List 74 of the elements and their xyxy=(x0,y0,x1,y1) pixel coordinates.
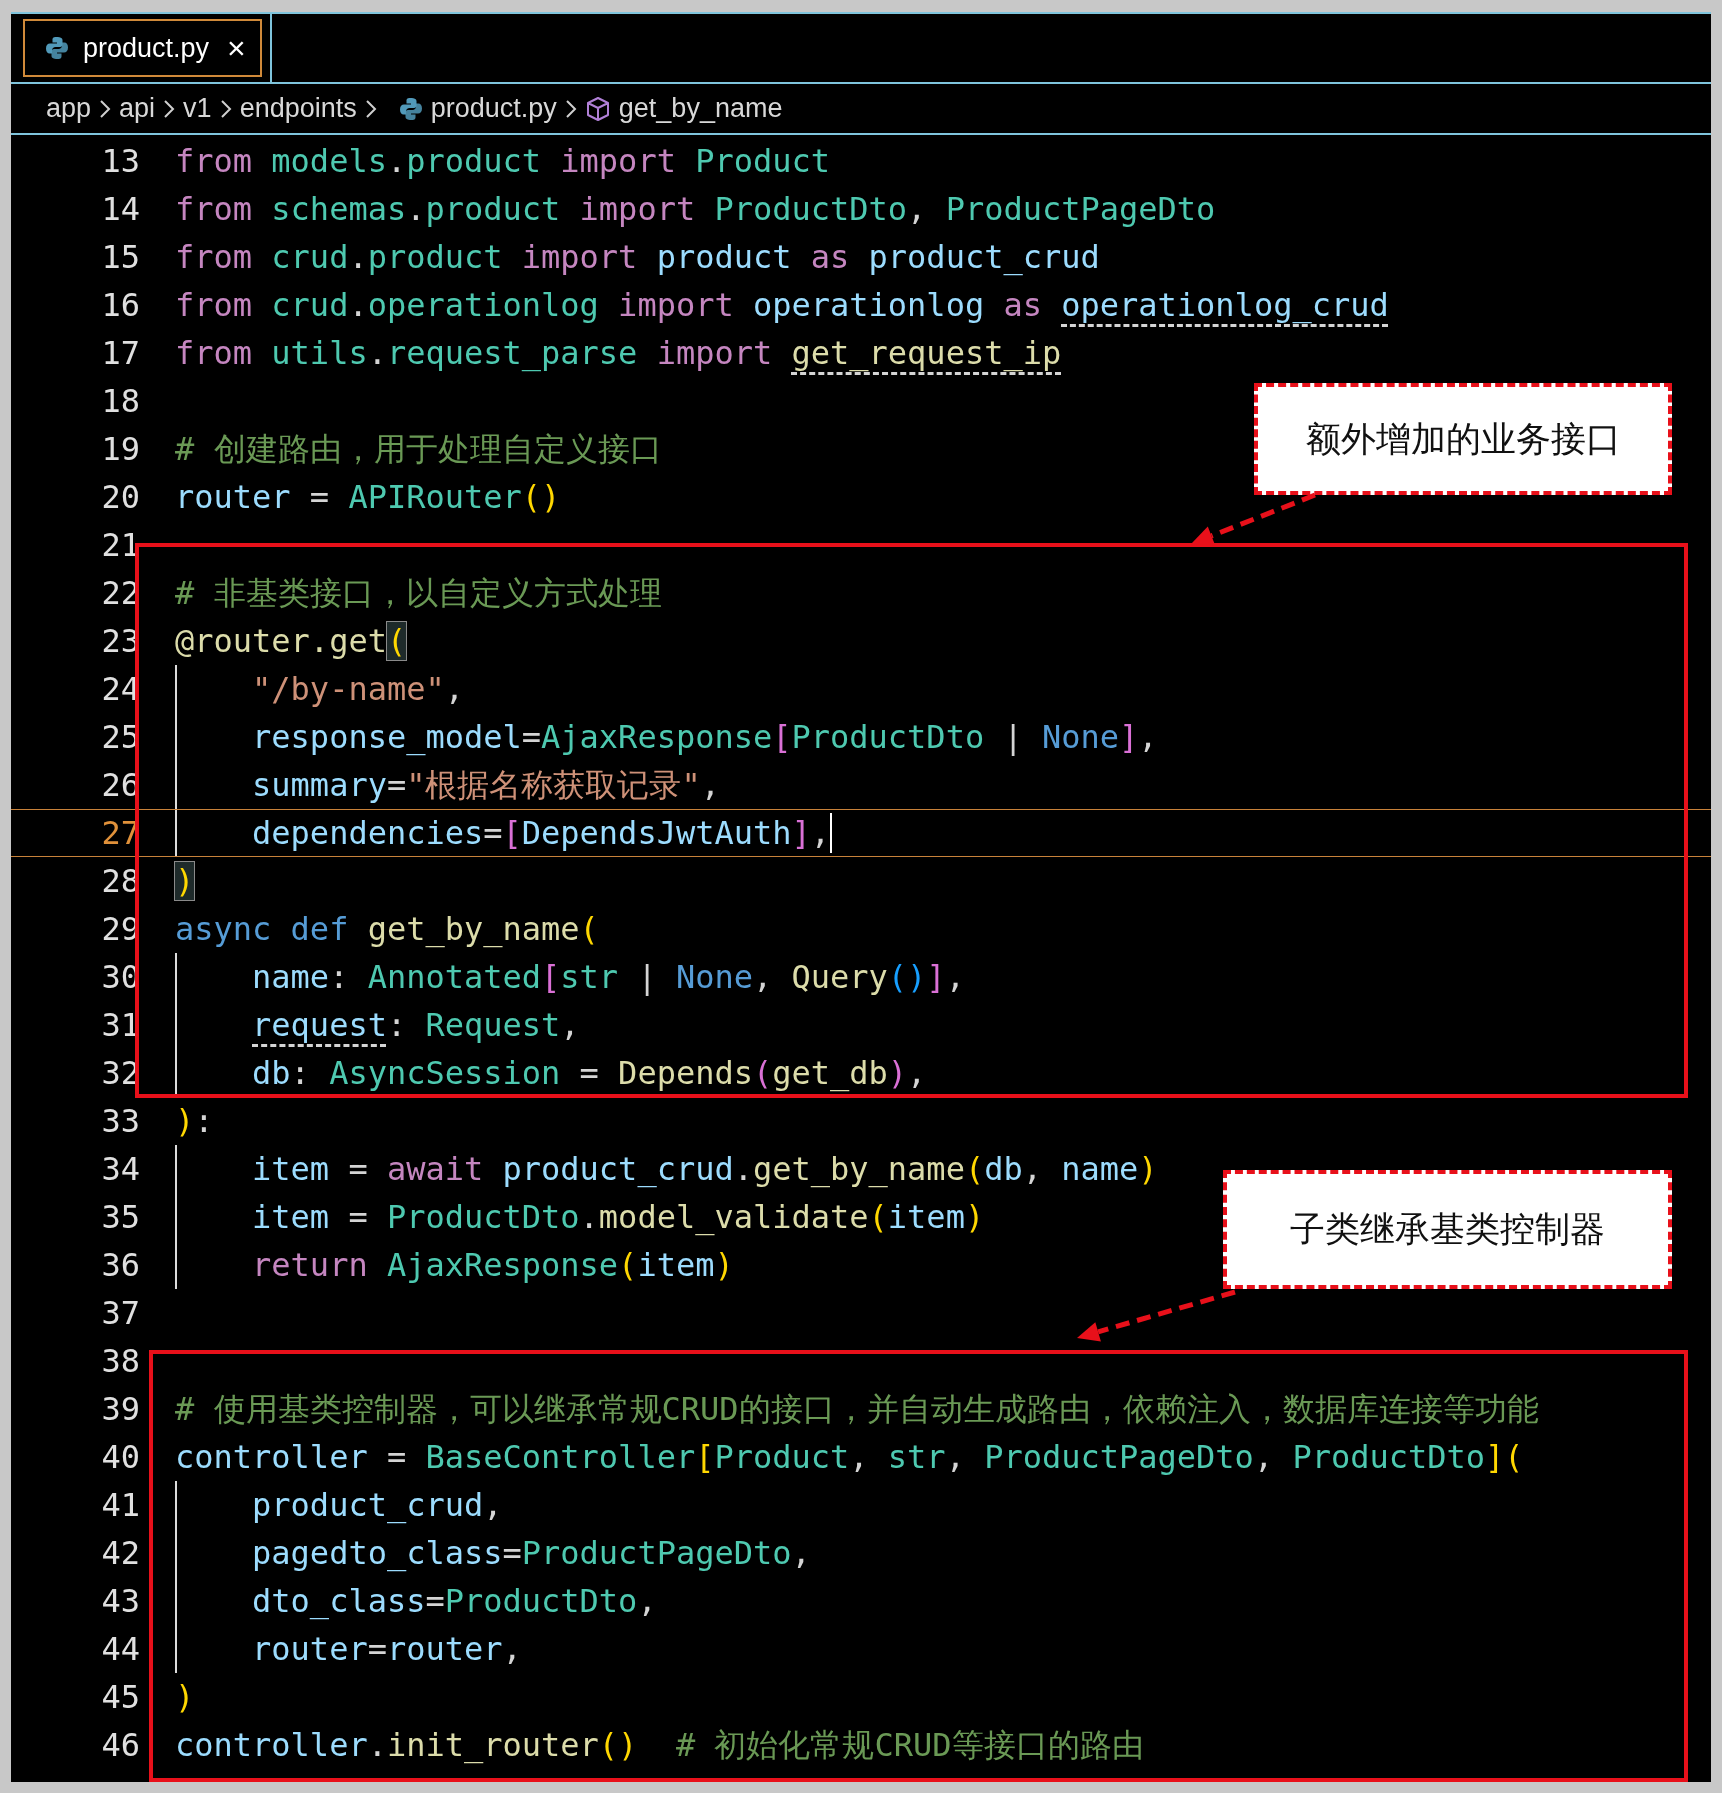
code-line: response_model=AjaxResponse[ProductDto | None], xyxy=(252,717,1158,758)
code-line: summary="根据名称获取记录", xyxy=(252,765,720,806)
tab-label: product.py xyxy=(83,31,210,65)
line-number: 36 xyxy=(100,1245,140,1286)
code-line: from schemas.product import ProductDto, ProductPageDto xyxy=(175,189,1216,230)
breadcrumb-item[interactable]: v1 xyxy=(183,88,212,129)
code-line: from crud.operationlog import operationlog as operationlog_crud xyxy=(175,285,1389,326)
chevron-icon xyxy=(364,98,377,119)
code-line: from utils.request_parse import get_request_ip xyxy=(175,333,1062,374)
code-line: async def get_by_name( xyxy=(175,909,599,950)
breadcrumb-item[interactable]: product.py xyxy=(430,88,557,129)
line-number: 41 xyxy=(100,1485,140,1526)
line-number: 13 xyxy=(100,141,140,182)
line-number: 45 xyxy=(100,1677,140,1718)
chevron-icon xyxy=(99,98,112,119)
line-number: 19 xyxy=(100,429,140,470)
line-number: 35 xyxy=(100,1197,140,1238)
line-number: 37 xyxy=(100,1293,140,1334)
line-number: 21 xyxy=(100,525,140,566)
code-line: # 创建路由，用于处理自定义接口 xyxy=(175,429,662,470)
code-line: pagedto_class=ProductPageDto, xyxy=(252,1533,811,1574)
code-line: db: AsyncSession = Depends(get_db), xyxy=(252,1053,927,1094)
line-number: 43 xyxy=(100,1581,140,1622)
code-line: router=router, xyxy=(252,1629,522,1670)
close-button[interactable]: × xyxy=(223,32,250,64)
code-line: from crud.product import product as product_crud xyxy=(175,237,1100,278)
python-file-icon xyxy=(45,36,69,60)
cube-icon xyxy=(584,95,611,122)
code-line: @router.get( xyxy=(175,621,407,662)
line-number: 33 xyxy=(100,1101,140,1142)
line-number: 17 xyxy=(100,333,140,374)
code-line: "/by-name", xyxy=(252,669,464,710)
callout-label: 子类继承基类控制器 xyxy=(1223,1170,1672,1289)
line-number: 42 xyxy=(100,1533,140,1574)
chevron-icon xyxy=(163,98,176,119)
code-line: ) xyxy=(175,1677,195,1718)
code-line: # 使用基类控制器，可以继承常规CRUD的接口，并自动生成路由，依赖注入，数据库连接等功能 xyxy=(175,1389,1539,1430)
line-number: 15 xyxy=(100,237,140,278)
editor-tab[interactable]: product.py × xyxy=(23,19,262,77)
line-number: 44 xyxy=(100,1629,140,1670)
line-number: 20 xyxy=(100,477,140,518)
line-number: 34 xyxy=(100,1149,140,1190)
code-line: product_crud, xyxy=(252,1485,503,1526)
line-number: 39 xyxy=(100,1389,140,1430)
code-line: request: Request, xyxy=(252,1005,580,1046)
line-number: 38 xyxy=(100,1341,140,1382)
line-number: 31 xyxy=(100,1005,140,1046)
breadcrumb-item[interactable]: api xyxy=(119,88,156,129)
breadcrumb-item[interactable]: app xyxy=(46,88,92,129)
code-line: item = ProductDto.model_validate(item) xyxy=(252,1197,985,1238)
line-number: 14 xyxy=(100,189,140,230)
line-number: 40 xyxy=(100,1437,140,1478)
breadcrumb-item[interactable]: get_by_name xyxy=(618,88,783,129)
breadcrumb-item[interactable]: endpoints xyxy=(239,88,357,129)
callout-label: 额外增加的业务接口 xyxy=(1254,383,1672,495)
python-file-icon xyxy=(398,96,423,121)
line-number: 16 xyxy=(100,285,140,326)
chevron-icon xyxy=(219,98,232,119)
code-line: ): xyxy=(175,1101,214,1142)
chevron-icon xyxy=(564,98,577,119)
code-line: return AjaxResponse(item) xyxy=(252,1245,734,1286)
code-line: dependencies=[DependsJwtAuth], xyxy=(252,813,831,854)
line-number: 46 xyxy=(100,1725,140,1766)
code-line: router = APIRouter() xyxy=(175,477,561,518)
code-line: name: Annotated[str | None, Query()], xyxy=(252,957,965,998)
text-cursor xyxy=(830,813,833,853)
code-line: # 非基类接口，以自定义方式处理 xyxy=(175,573,662,614)
line-number: 24 xyxy=(100,669,140,710)
code-line: from models.product import Product xyxy=(175,141,831,182)
code-line: dto_class=ProductDto, xyxy=(252,1581,657,1622)
code-line: controller.init_router() # 初始化常规CRUD等接口的路由 xyxy=(175,1725,1144,1766)
code-line: controller = BaseController[Product, str, ProductPageDto, ProductDto]( xyxy=(175,1437,1524,1478)
line-number: 18 xyxy=(100,381,140,422)
code-line: item = await product_crud.get_by_name(db, name) xyxy=(252,1149,1158,1190)
